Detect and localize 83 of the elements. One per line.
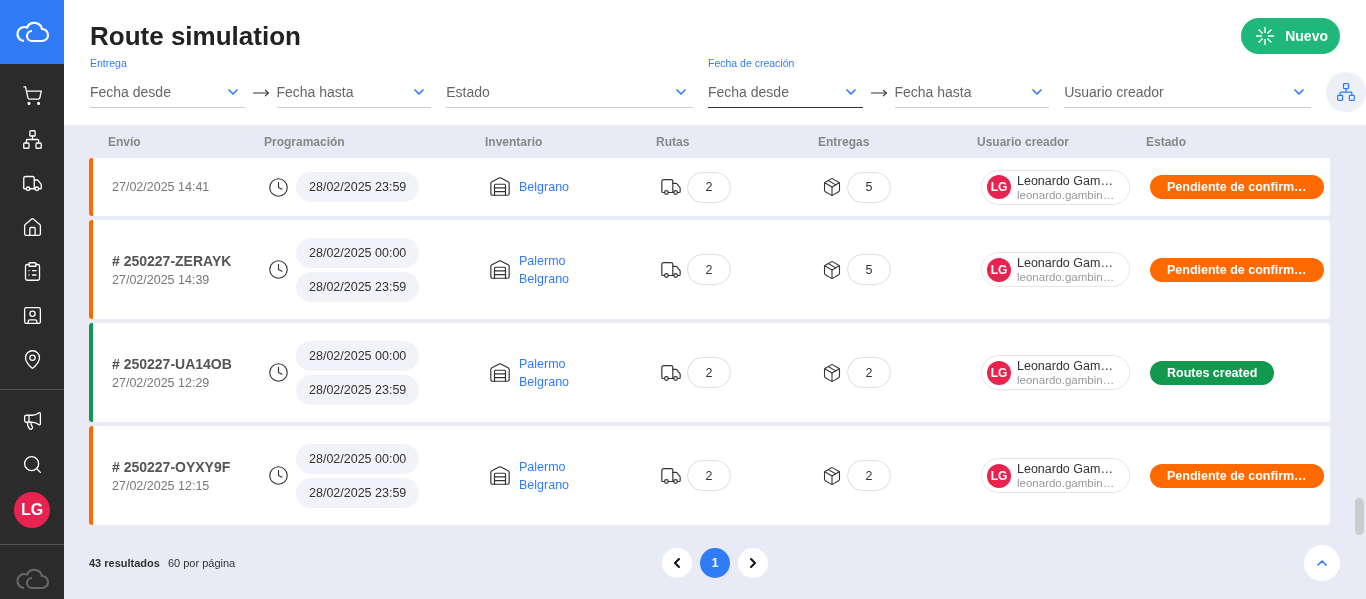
warehouse-link[interactable]: Belgrano: [519, 374, 570, 389]
clock-icon: [268, 465, 289, 486]
shipment-id: # 250227-ZERAYK: [112, 252, 233, 269]
warehouse-link[interactable]: Belgrano: [519, 180, 570, 194]
schedule-date: 28/02/2025 23:59: [296, 271, 420, 302]
schedule-date: 28/02/2025 00:00: [296, 443, 420, 474]
warehouse-link[interactable]: Palermo: [519, 253, 570, 268]
sparkle-icon: [1255, 26, 1276, 46]
column-header: Envío: [108, 134, 142, 149]
column-header: Inventario: [485, 134, 544, 149]
schedule-date: 28/02/2025 00:00: [296, 237, 420, 268]
route-icon[interactable]: [21, 128, 43, 150]
column-header: Programación: [264, 134, 346, 149]
user-avatar: LG: [987, 463, 1011, 488]
logo-icon: [14, 20, 50, 44]
created-date: 27/02/2025 14:39: [112, 272, 211, 287]
page-button[interactable]: 1: [700, 547, 730, 578]
network-icon: [1336, 82, 1356, 102]
status-badge: Pendiente de confirm…: [1150, 257, 1324, 282]
cloud-icon: [14, 567, 50, 591]
warehouse-icon: [489, 361, 511, 384]
package-icon: [822, 465, 842, 486]
cart-icon[interactable]: [21, 84, 43, 106]
user-email: leonardo.gambin…: [1017, 188, 1115, 201]
package-icon: [822, 362, 842, 383]
truck-icon: [660, 176, 682, 198]
filter-button[interactable]: [1326, 72, 1366, 112]
status-badge: Pendiente de confirm…: [1150, 175, 1324, 199]
clock-icon: [268, 362, 289, 383]
column-header: Rutas: [656, 134, 691, 149]
warehouse-link[interactable]: Belgrano: [519, 271, 570, 286]
column-header: Entregas: [818, 134, 871, 149]
page-size: 60 por página: [167, 556, 236, 569]
column-header: Estado: [1146, 134, 1187, 149]
user-email: leonardo.gambin…: [1017, 374, 1115, 386]
warehouse-icon: [489, 464, 511, 487]
user-name: Leonardo Gam…: [1017, 173, 1114, 188]
status-badge: Routes created: [1150, 360, 1275, 385]
logo[interactable]: [0, 0, 64, 64]
previous-page-button[interactable]: [662, 547, 692, 578]
user-email: leonardo.gambin…: [1017, 477, 1115, 489]
filter-field[interactable]: Fecha hasta: [894, 76, 1050, 108]
user-name: Leonardo Gam…: [1017, 462, 1114, 476]
filter-field[interactable]: Fecha hasta: [276, 76, 432, 108]
warehouse-link[interactable]: Palermo: [519, 356, 570, 371]
scrollbar-thumb[interactable]: [1355, 498, 1364, 535]
filter-label: Fecha de creación: [708, 57, 795, 69]
megaphone-icon[interactable]: [21, 409, 43, 431]
contact-icon[interactable]: [21, 304, 43, 326]
schedule-date: 28/02/2025 23:59: [296, 477, 420, 508]
schedule-date: 28/02/2025 23:59: [296, 172, 420, 202]
filter-field[interactable]: Usuario creador: [1064, 76, 1311, 108]
created-date: 27/02/2025 12:29: [112, 375, 211, 390]
user-avatar: LG: [987, 175, 1011, 199]
shipment-id: # 250227-UA14OB: [112, 355, 233, 372]
created-date: 27/02/2025 14:41: [112, 180, 211, 194]
user-email: leonardo.gambin…: [1017, 271, 1115, 283]
warehouse-icon: [489, 258, 511, 281]
column-header: Usuario creador: [977, 134, 1071, 149]
user-name: Leonardo Gam…: [1017, 256, 1114, 270]
status-badge: Pendiente de confirm…: [1150, 463, 1324, 488]
user-avatar: LG: [987, 257, 1011, 282]
schedule-date: 28/02/2025 23:59: [296, 374, 420, 405]
created-date: 27/02/2025 12:15: [112, 478, 211, 493]
search-icon[interactable]: [21, 453, 43, 475]
filter-field[interactable]: Estado: [446, 76, 693, 108]
clock-icon: [268, 259, 289, 280]
results-count: 43 resultados: [89, 556, 160, 569]
user-avatar: LG: [987, 360, 1011, 385]
warehouse-link[interactable]: Belgrano: [519, 477, 570, 492]
schedule-date: 28/02/2025 00:00: [296, 340, 420, 371]
next-page-button[interactable]: [738, 547, 768, 578]
clock-icon: [268, 176, 289, 198]
house-icon[interactable]: [21, 216, 43, 238]
page-title: Route simulation: [90, 21, 301, 51]
filter-label: Entrega: [90, 57, 127, 69]
shipment-id: # 250227-OYXY9F: [112, 458, 232, 475]
package-icon: [822, 259, 842, 280]
user-avatar[interactable]: LG: [14, 492, 50, 528]
warehouse-link[interactable]: Palermo: [519, 459, 570, 474]
warehouse-icon: [489, 176, 511, 198]
user-name: Leonardo Gam…: [1017, 359, 1114, 373]
package-icon: [822, 177, 842, 197]
